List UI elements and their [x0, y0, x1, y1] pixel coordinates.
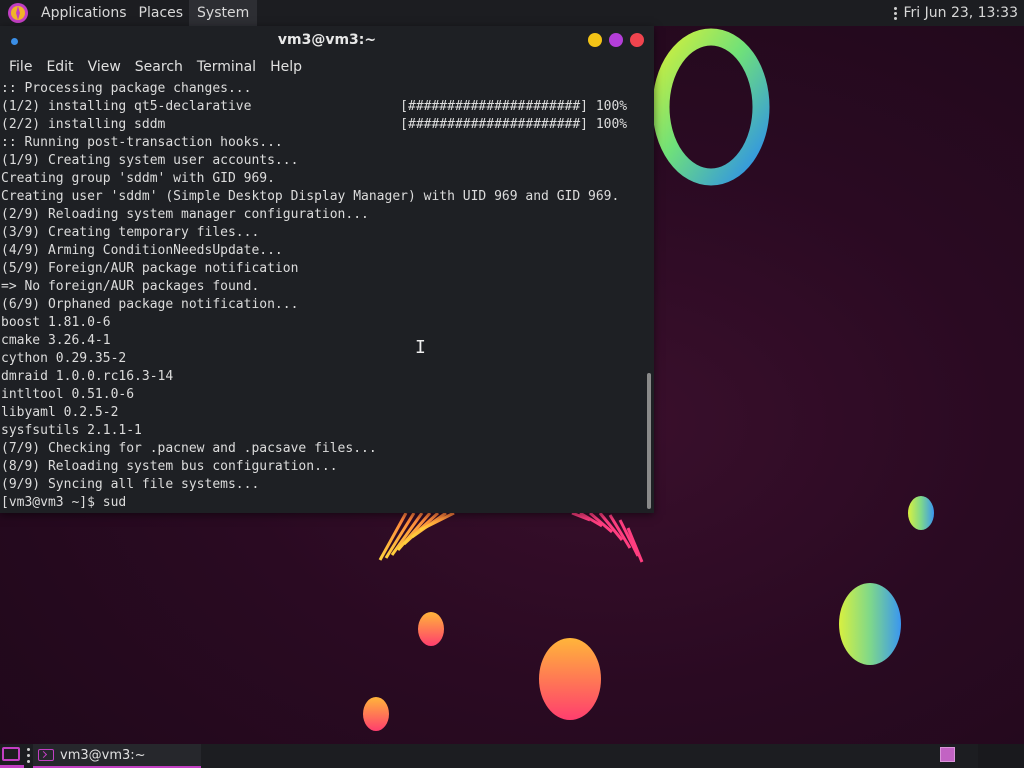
- window-title: vm3@vm3:~: [277, 32, 377, 48]
- panel-handle-icon: [27, 748, 30, 763]
- workspace-switcher[interactable]: [940, 747, 955, 762]
- taskbar-item-terminal[interactable]: vm3@vm3:~: [33, 744, 201, 768]
- terminal-line: intltool 0.51.0-6: [1, 387, 135, 402]
- terminal-line: Creating group 'sddm' with GID 969.: [1, 171, 275, 186]
- terminal-line: (4/9) Arming ConditionNeedsUpdate...: [1, 243, 283, 258]
- ellipse-small-green: [908, 496, 934, 530]
- terminal-line: (1/9) Creating system user accounts...: [1, 153, 299, 168]
- terminal-line: cython 0.29.35-2: [1, 351, 127, 366]
- terminal-line: cmake 3.26.4-1: [1, 333, 111, 348]
- window-buttons: [588, 33, 644, 47]
- panel-tray: [978, 744, 1024, 768]
- terminal-titlebar[interactable]: vm3@vm3:~: [0, 26, 654, 54]
- distro-logo-icon[interactable]: [7, 2, 29, 24]
- taskbar-item-label: vm3@vm3:~: [60, 747, 146, 763]
- ellipse-orange-large: [539, 638, 601, 720]
- terminal-line: (2/9) Reloading system manager configura…: [1, 207, 369, 222]
- terminal-line: (5/9) Foreign/AUR package notification: [1, 261, 299, 276]
- ellipse-orange-small: [418, 612, 444, 646]
- terminal-line: libyaml 0.2.5-2: [1, 405, 119, 420]
- panel-handle-icon: [894, 6, 898, 20]
- bottom-panel: vm3@vm3:~: [0, 744, 1024, 768]
- terminal-line: sysfsutils 2.1.1-1: [1, 423, 142, 438]
- terminal-window: vm3@vm3:~ File Edit View Search Terminal…: [0, 26, 654, 513]
- terminal-line: (6/9) Orphaned package notification...: [1, 297, 299, 312]
- terminal-line: Creating user 'sddm' (Simple Desktop Dis…: [1, 189, 620, 204]
- ring-shape: [652, 28, 770, 186]
- terminal-line: boost 1.81.0-6: [1, 315, 111, 330]
- ellipse-orange-tiny: [363, 697, 389, 731]
- stripes-pink: [571, 511, 644, 563]
- close-button[interactable]: [630, 33, 644, 47]
- terminal-line: :: Running post-transaction hooks...: [1, 135, 283, 150]
- menu-edit[interactable]: Edit: [39, 54, 80, 80]
- menu-view[interactable]: View: [81, 54, 128, 80]
- terminal-menubar: File Edit View Search Terminal Help: [0, 54, 654, 80]
- menu-terminal[interactable]: Terminal: [190, 54, 263, 80]
- text-cursor-icon: I: [415, 337, 426, 358]
- terminal-line: dmraid 1.0.0.rc16.3-14: [1, 369, 174, 384]
- window-menu-icon[interactable]: [11, 38, 18, 45]
- places-menu[interactable]: Places: [133, 0, 190, 26]
- menu-help[interactable]: Help: [263, 54, 309, 80]
- top-panel-right: Fri Jun 23, 13:33: [894, 5, 1024, 21]
- terminal-line: (8/9) Reloading system bus configuration…: [1, 459, 338, 474]
- terminal-line: (2/2) installing sddm [#################…: [1, 117, 628, 132]
- ellipse-large-green: [839, 583, 901, 665]
- terminal-line: (7/9) Checking for .pacnew and .pacsave …: [1, 441, 377, 456]
- maximize-button[interactable]: [609, 33, 623, 47]
- stripes-yellow: [378, 511, 455, 561]
- terminal-output[interactable]: :: Processing package changes... (1/2) i…: [0, 80, 644, 513]
- terminal-line: (3/9) Creating temporary files...: [1, 225, 260, 240]
- scrollbar-thumb[interactable]: [647, 373, 651, 509]
- menu-search[interactable]: Search: [128, 54, 190, 80]
- top-panel: Applications Places System Fri Jun 23, 1…: [0, 0, 1024, 26]
- show-desktop-icon[interactable]: [2, 747, 20, 761]
- terminal-line: => No foreign/AUR packages found.: [1, 279, 260, 294]
- applications-menu[interactable]: Applications: [35, 0, 133, 26]
- system-menu[interactable]: System: [189, 0, 258, 26]
- terminal-icon: [38, 749, 54, 761]
- minimize-button[interactable]: [588, 33, 602, 47]
- menu-file[interactable]: File: [2, 54, 39, 80]
- terminal-line: :: Processing package changes...: [1, 81, 252, 96]
- terminal-line: (1/2) installing qt5-declarative [######…: [1, 99, 628, 114]
- terminal-line: (9/9) Syncing all file systems...: [1, 477, 260, 492]
- clock[interactable]: Fri Jun 23, 13:33: [903, 5, 1018, 21]
- terminal-prompt: [vm3@vm3 ~]$ sud: [1, 495, 127, 510]
